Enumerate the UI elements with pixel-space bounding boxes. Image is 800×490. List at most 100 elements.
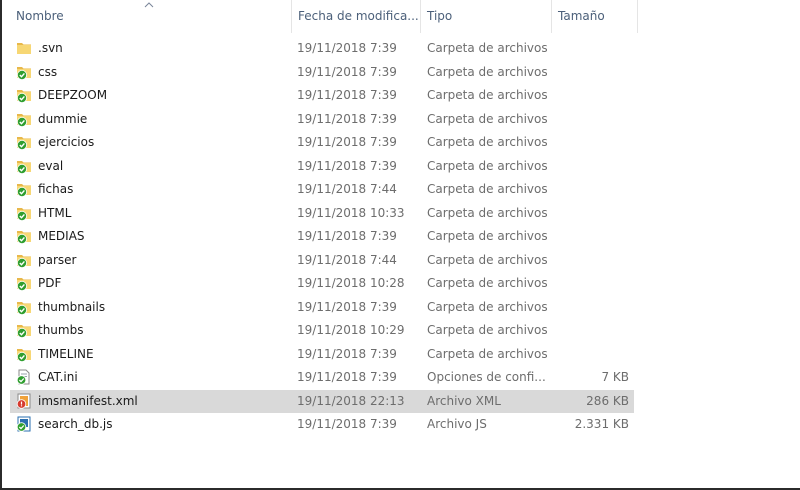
file-name: CAT.ini	[38, 370, 78, 384]
file-type: Carpeta de archivos	[427, 276, 547, 290]
file-size: 7 KB	[601, 370, 629, 384]
file-date: 19/11/2018 7:39	[297, 111, 397, 126]
column-header-name[interactable]: Nombre	[10, 0, 292, 33]
file-name: .svn	[38, 41, 63, 55]
file-row[interactable]: CAT.ini 19/11/2018 7:39 Opciones de confi.…	[10, 366, 634, 389]
file-type: Carpeta de archivos	[427, 64, 547, 79]
file-date: 19/11/2018 7:44	[297, 182, 397, 196]
file-row[interactable]: thumbnails 19/11/2018 7:39 Carpeta de arch…	[10, 296, 634, 319]
file-row[interactable]: TIMELINE 19/11/2018 7:39 Carpeta de archiv…	[10, 343, 634, 366]
file-size	[555, 131, 629, 154]
file-row[interactable]: css 19/11/2018 7:39 Carpeta de archivos	[10, 61, 634, 84]
folder-synced-icon	[16, 134, 32, 150]
file-name: thumbnails	[38, 299, 106, 314]
folder-synced-icon	[16, 111, 32, 127]
file-date: 19/11/2018 7:39	[297, 135, 397, 149]
folder-synced-icon	[16, 87, 32, 103]
file-type: Carpeta de archivos	[427, 299, 547, 314]
file-size	[555, 155, 629, 178]
file-type: Carpeta de archivos	[427, 88, 547, 102]
file-name: DEEPZOOM	[38, 88, 108, 102]
file-row[interactable]: thumbs 19/11/2018 10:29 Carpeta de archivo…	[10, 319, 634, 342]
file-name: imsmanifest.xml	[38, 393, 138, 408]
file-row[interactable]: HTML 19/11/2018 10:33 Carpeta de archivos	[10, 202, 634, 225]
file-type: Carpeta de archivos	[427, 135, 547, 149]
file-type: Archivo XML	[427, 393, 501, 408]
folder-synced-icon	[16, 322, 32, 338]
file-size	[555, 272, 629, 295]
file-size	[555, 225, 629, 248]
file-row[interactable]: ejercicios 19/11/2018 7:39 Carpeta de arch…	[10, 131, 634, 154]
file-row[interactable]: .svn 19/11/2018 7:39 Carpeta de archivos	[10, 37, 634, 60]
file-date: 19/11/2018 7:39	[297, 41, 397, 55]
column-header-date[interactable]: Fecha de modifica...	[292, 0, 421, 33]
file-name: css	[38, 64, 58, 79]
file-size	[555, 178, 629, 201]
file-name: eval	[38, 158, 64, 173]
file-name: MEDIAS	[38, 229, 85, 243]
file-date: 19/11/2018 7:39	[297, 299, 397, 314]
file-type: Carpeta de archivos	[427, 205, 547, 220]
file-type: Carpeta de archivos	[427, 182, 547, 196]
file-name: dummie	[38, 111, 88, 126]
file-name: PDF	[38, 276, 62, 290]
file-type: Carpeta de archivos	[427, 252, 547, 267]
file-date: 19/11/2018 7:39	[297, 88, 397, 102]
window-left-border	[0, 0, 2, 490]
file-name: fichas	[38, 182, 74, 196]
file-size	[555, 319, 629, 342]
file-date: 19/11/2018 7:44	[297, 252, 397, 267]
file-type: Carpeta de archivos	[427, 346, 547, 361]
file-date: 19/11/2018 10:33	[297, 205, 405, 220]
file-name: ejercicios	[38, 135, 95, 149]
column-header-bar: Nombre Fecha de modifica... Tipo Tamaño	[2, 0, 800, 33]
file-row[interactable]: imsmanifest.xml 19/11/2018 22:13 Archivo X…	[10, 389, 634, 413]
file-type: Carpeta de archivos	[427, 111, 547, 126]
file-size	[555, 84, 629, 107]
file-size	[555, 249, 629, 272]
file-row[interactable]: parser 19/11/2018 7:44 Carpeta de archivos	[10, 249, 634, 272]
file-row[interactable]: fichas 19/11/2018 7:44 Carpeta de archivos	[10, 178, 634, 201]
folder-synced-icon	[16, 64, 32, 80]
file-size	[555, 108, 629, 131]
file-name: parser	[38, 252, 77, 267]
file-type: Carpeta de archivos	[427, 323, 547, 337]
file-name: HTML	[38, 205, 72, 220]
file-row[interactable]: dummie 19/11/2018 7:39 Carpeta de archivos	[10, 108, 634, 131]
folder-synced-icon	[16, 299, 32, 315]
file-date: 19/11/2018 7:39	[297, 346, 397, 361]
file-size: 286 KB	[586, 393, 629, 408]
file-name: thumbs	[38, 323, 84, 337]
file-row[interactable]: search_db.js 19/11/2018 7:39 Archivo JS 2.3…	[10, 413, 634, 436]
file-date: 19/11/2018 22:13	[297, 393, 405, 408]
folder-synced-icon	[16, 181, 32, 197]
column-header-type[interactable]: Tipo	[421, 0, 552, 33]
file-date: 19/11/2018 10:28	[297, 276, 405, 290]
folder-synced-icon	[16, 158, 32, 174]
folder-synced-icon	[16, 275, 32, 291]
folder-icon	[16, 40, 32, 56]
file-size	[555, 37, 629, 60]
folder-synced-icon	[16, 252, 32, 268]
file-type: Carpeta de archivos	[427, 229, 547, 243]
js-file-synced-icon	[16, 416, 32, 432]
file-row[interactable]: DEEPZOOM 19/11/2018 7:39 Carpeta de archiv…	[10, 84, 634, 107]
file-type: Archivo JS	[427, 417, 487, 431]
file-size	[555, 61, 629, 84]
file-row[interactable]: eval 19/11/2018 7:39 Carpeta de archivos	[10, 155, 634, 178]
file-date: 19/11/2018 7:39	[297, 64, 397, 79]
file-date: 19/11/2018 7:39	[297, 229, 397, 243]
column-header-size[interactable]: Tamaño	[552, 0, 638, 33]
ini-file-synced-icon	[16, 369, 32, 385]
file-type: Carpeta de archivos	[427, 41, 547, 55]
file-row[interactable]: MEDIAS 19/11/2018 7:39 Carpeta de archivos	[10, 225, 634, 248]
folder-synced-icon	[16, 228, 32, 244]
file-size	[555, 296, 629, 319]
file-date: 19/11/2018 7:39	[297, 158, 397, 173]
file-name: search_db.js	[38, 417, 113, 431]
file-date: 19/11/2018 7:39	[297, 417, 397, 431]
folder-synced-icon	[16, 346, 32, 362]
file-name: TIMELINE	[38, 346, 94, 361]
file-row[interactable]: PDF 19/11/2018 10:28 Carpeta de archivos	[10, 272, 634, 295]
file-size	[555, 202, 629, 225]
